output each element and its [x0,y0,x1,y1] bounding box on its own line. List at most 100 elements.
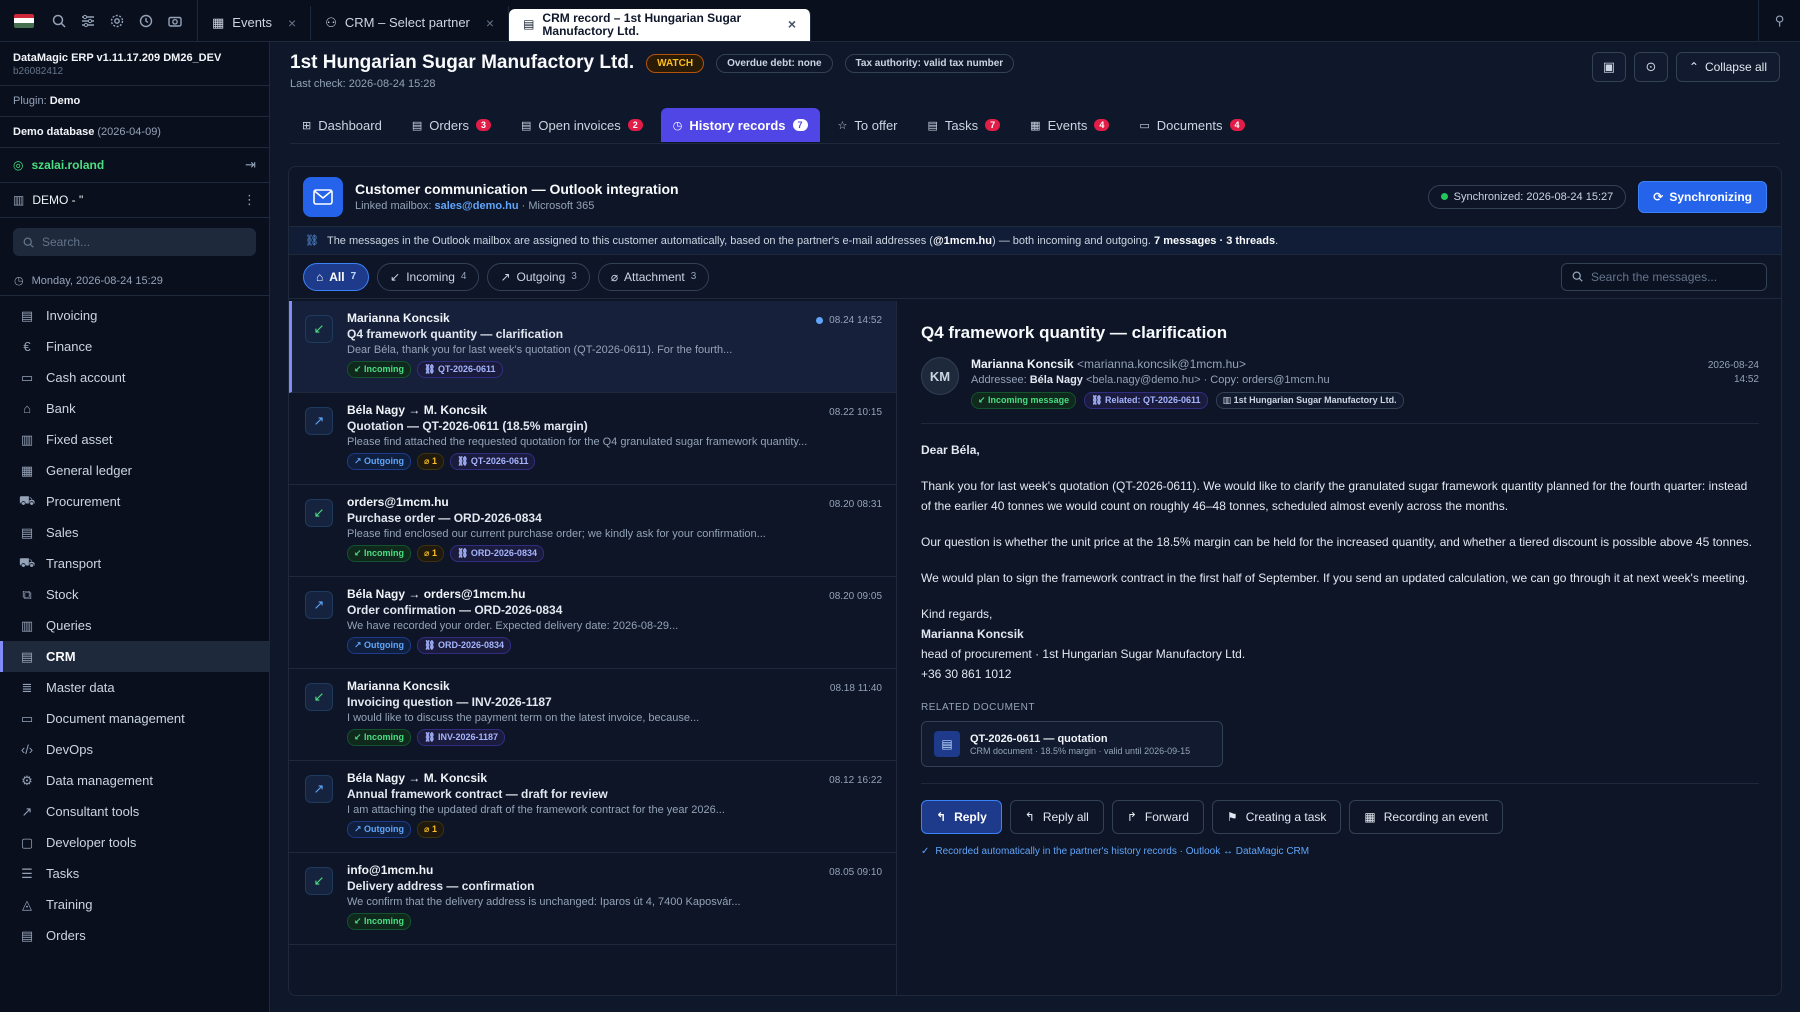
sidebar-item-sales[interactable]: ▤ Sales [0,517,269,548]
synchronize-button[interactable]: ⟳ Synchronizing [1638,180,1767,213]
close-icon[interactable]: × [486,15,494,31]
list-item[interactable]: ↙ info@1mcm.hu Delivery address — confirma… [289,853,896,945]
dashboard-icon: ⊞ [302,119,312,132]
search-icon[interactable] [44,0,73,42]
inbox-icon: ⌂ [316,269,324,284]
sidebar-item-fixed-asset[interactable]: ▥ Fixed asset [0,424,269,455]
tab-orders[interactable]: ▤ Orders 3 [400,108,503,142]
message-time: 08.20 09:05 [829,591,882,602]
reference-tag[interactable]: ⛓ QT-2026-0611 [449,453,536,470]
tab-open-invoices[interactable]: ▤ Open invoices 2 [509,108,655,142]
location-pin-icon[interactable]: ⊙ [1633,52,1668,82]
reference-tag[interactable]: ⛓ ORD-2026-0834 [417,637,512,654]
sidebar-item-document-management[interactable]: ▭ Document management [0,703,269,734]
sidebar-item-devops[interactable]: ‹/› DevOps [0,734,269,765]
filter-outgoing[interactable]: ↗ Outgoing 3 [487,262,590,291]
language-flag-icon[interactable] [14,13,34,28]
contact-card-icon[interactable]: ▣ [1591,52,1626,82]
reply-all-button[interactable]: ↰ Reply all [1009,800,1104,834]
close-icon[interactable]: × [288,15,296,31]
mailbox-link[interactable]: sales@demo.hu [435,200,519,212]
list-item[interactable]: ↗ Béla Nagy → M. Koncsik Quotation — QT-20… [289,393,896,485]
sidebar-item-general-ledger[interactable]: ▦ General ledger [0,455,269,486]
list-item[interactable]: ↗ Béla Nagy → orders@1mcm.hu Order confirm… [289,577,896,669]
sidebar-item-developer-tools[interactable]: ▢ Developer tools [0,827,269,858]
list-item[interactable]: ↗ Béla Nagy → M. Koncsik Annual framework … [289,761,896,853]
ledger-icon: ▦ [20,462,34,478]
sidebar-item-queries[interactable]: ▥ Queries [0,610,269,641]
cog-icon: ⚙ [21,772,33,788]
incoming-arrow-icon: ↙ [305,315,333,343]
star-icon: ☆ [837,119,848,132]
forward-button[interactable]: ↱ Forward [1111,800,1204,834]
sidebar-item-master-data[interactable]: ≣ Master data [0,672,269,703]
collapse-all-button[interactable]: ⌃ Collapse all [1675,52,1780,82]
tab-tasks[interactable]: ▤ Tasks 7 [916,108,1013,142]
outgoing-arrow-icon: ↗ [305,591,333,619]
sidebar-item-cash-account[interactable]: ▭ Cash account [0,362,269,393]
filter-incoming[interactable]: ↙ Incoming 4 [377,262,480,291]
sidebar-item-data-management[interactable]: ⚙ Data management [0,765,269,796]
company-selector[interactable]: ▥ DEMO - " [13,193,83,207]
cart-icon: ⛟ [18,492,36,508]
folder-icon: ▭ [20,710,34,726]
list-item[interactable]: ↙ Marianna Koncsik Q4 framework quantity —… [289,301,896,393]
creating-a-task-button[interactable]: ⚑ Creating a task [1211,800,1342,834]
sidebar-item-training[interactable]: ◬ Training [0,889,269,920]
unread-dot-icon [816,317,824,324]
window-tab-crm-record[interactable]: ▤ CRM record – 1st Hungarian Sugar Manuf… [509,8,812,41]
related-tag[interactable]: ⛓ Related: QT-2026-0611 [1084,392,1208,409]
sliders-icon[interactable] [73,0,102,42]
close-icon[interactable]: × [788,17,796,31]
message-filters: ⌂ All 7 ↙ Incoming 4 ↗ Outgoing 3 ⌀ Attachment 3 Se… [289,255,1781,299]
list-item[interactable]: ↙ Marianna Koncsik Invoicing question — IN… [289,669,896,761]
list-item[interactable]: ↙ orders@1mcm.hu Purchase order — ORD-2026… [289,485,896,577]
organization-tag[interactable]: ▥ 1st Hungarian Sugar Manufactory Ltd. [1215,392,1404,409]
sidebar-item-invoicing[interactable]: ▤ Invoicing [0,300,269,331]
euro-icon: € [23,339,31,354]
reply-button[interactable]: ↰ Reply [921,800,1002,834]
message-search-input[interactable]: Search the messages... [1561,262,1767,291]
history-icon[interactable] [131,0,160,42]
more-icon[interactable]: ⋮ [243,192,256,208]
sidebar-item-bank[interactable]: ⌂ Bank [0,393,269,424]
direction-tag: ↗ Outgoing [347,453,412,470]
communication-panel: Customer communication — Outlook integra… [288,166,1782,996]
reference-tag[interactable]: ⛓ QT-2026-0611 [417,361,503,378]
window-tab-select-partner[interactable]: ⚇ CRM – Select partner × [311,5,510,40]
logout-icon[interactable]: ⇥ [245,157,256,173]
gear-icon[interactable] [102,0,131,42]
sidebar-item-orders[interactable]: ▤ Orders [0,920,269,951]
reference-tag[interactable]: ⛓ ORD-2026-0834 [449,545,544,562]
message-preview: Please find attached the requested quota… [347,436,808,448]
tab-dashboard[interactable]: ⊞ Dashboard [290,108,394,142]
related-document-card[interactable]: ▤ QT-2026-0611 — quotation CRM document … [921,721,1223,767]
sidebar-item-crm[interactable]: ▤ CRM [0,641,269,672]
sidebar-item-stock[interactable]: ⧉ Stock [0,579,269,610]
camera-icon[interactable] [160,0,189,42]
sidebar-item-transport[interactable]: ⛟ Transport [0,548,269,579]
tab-events[interactable]: ▦ Events 4 [1018,108,1121,142]
mail-icon [303,176,343,217]
reference-tag[interactable]: ⛓ INV-2026-1187 [417,729,506,746]
search-icon [1572,271,1583,282]
filter-attachment[interactable]: ⌀ Attachment 3 [597,262,710,291]
recording-an-event-button[interactable]: ▦ Recording an event [1349,800,1503,834]
search-icon [23,237,34,248]
tab-documents[interactable]: ▭ Documents 4 [1127,108,1256,142]
filter-all[interactable]: ⌂ All 7 [303,262,370,291]
sidebar-item-consultant-tools[interactable]: ↗ Consultant tools [0,796,269,827]
tab-history-records[interactable]: ◷ History records 7 [660,108,820,142]
sidebar-item-finance[interactable]: € Finance [0,331,269,362]
message-subject: Delivery address — confirmation [347,879,535,893]
tab-to-offer[interactable]: ☆ To offer [826,108,910,142]
document-icon: ▤ [523,17,535,31]
sidebar-search-input[interactable]: Search... [13,228,256,256]
sidebar-item-tasks[interactable]: ☰ Tasks [0,858,269,889]
window-tab-events[interactable]: ▦ Events × [198,5,312,40]
direction-tag: ↙ Incoming [347,361,412,378]
app-version: DataMagic ERP v1.11.17.209 DM26_DEV [13,52,222,64]
sidebar-item-procurement[interactable]: ⛟ Procurement [0,486,269,517]
message-subject: Quotation — QT-2026-0611 (18.5% margin) [347,419,588,433]
user-menu-icon[interactable]: ⚲ [1758,0,1800,42]
